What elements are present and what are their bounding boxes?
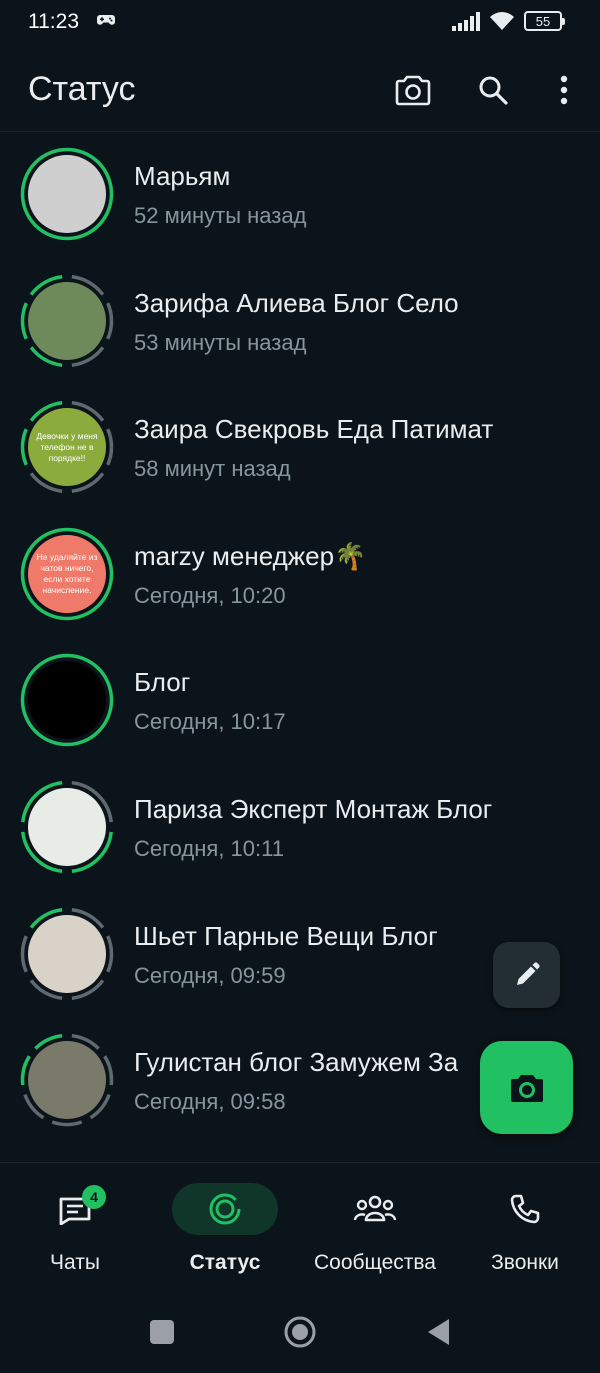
status-thumbnail-text: Девочки у меня телефон не в порядке!! — [36, 430, 98, 463]
tab-calls-label: Звонки — [491, 1251, 559, 1274]
back-button[interactable] — [420, 1314, 456, 1350]
home-circle-icon — [284, 1316, 316, 1348]
status-thumbnail: Не удаляйте из чатов ничего, если хотите… — [28, 534, 106, 613]
contact-name: Гулистан блог Замужем За — [134, 1047, 459, 1078]
story-segment — [20, 302, 28, 340]
status-ring[interactable] — [20, 653, 114, 747]
status-timestamp: Сегодня, 09:58 — [134, 1089, 286, 1115]
more-options-button[interactable] — [540, 66, 588, 114]
status-thumbnail — [28, 1041, 106, 1120]
tab-chats[interactable]: 4 Чаты — [0, 1183, 150, 1283]
status-timestamp: Сегодня, 09:59 — [134, 962, 286, 988]
status-thumbnail — [28, 281, 106, 360]
search-button[interactable] — [469, 66, 517, 114]
status-thumbnail — [28, 787, 106, 866]
contact-name: Шьет Парные Вещи Блог — [134, 920, 438, 951]
camera-icon — [510, 1074, 543, 1102]
communities-icon — [353, 1195, 397, 1222]
status-thumbnail — [28, 914, 106, 993]
status-ring[interactable]: Девочки у меня телефон не в порядке!! — [20, 400, 114, 494]
bottom-navigation: 4 Чаты Статус Сообщества Звонки — [0, 1162, 600, 1290]
story-segment — [51, 1120, 83, 1127]
contact-name: Марьям — [134, 161, 231, 191]
status-timestamp: 58 минут назад — [134, 456, 291, 482]
story-segment — [20, 934, 28, 973]
tab-chats-indicator — [22, 1183, 128, 1235]
recents-button[interactable] — [144, 1314, 180, 1350]
contact-name: Париза Эксперт Монтаж Блог — [134, 793, 493, 824]
tab-status-indicator — [172, 1183, 278, 1235]
battery-level: 55 — [535, 13, 551, 29]
status-ring[interactable] — [20, 907, 114, 1001]
page-title: Статус — [28, 70, 136, 108]
tab-status[interactable]: Статус — [150, 1183, 300, 1283]
wifi-icon — [488, 10, 516, 37]
contact-name: Заира Свекровь Еда Патимат — [134, 414, 494, 445]
search-icon — [479, 76, 508, 105]
square-icon — [150, 1320, 174, 1344]
new-camera-status-button[interactable] — [480, 1041, 573, 1134]
camera-button[interactable] — [389, 66, 437, 114]
tab-communities[interactable]: Сообщества — [300, 1183, 450, 1283]
more-vertical-icon — [560, 75, 568, 105]
new-text-status-button[interactable] — [493, 942, 560, 1008]
signal-icon — [452, 12, 482, 37]
unread-chats-badge: 4 — [82, 1185, 106, 1209]
gamepad-icon — [96, 12, 116, 33]
tab-calls[interactable]: Звонки — [450, 1183, 600, 1283]
system-navigation-bar — [0, 1290, 600, 1373]
home-button[interactable] — [282, 1314, 318, 1350]
status-timestamp: Сегодня, 10:17 — [134, 709, 286, 735]
status-icon — [209, 1193, 241, 1225]
tab-calls-indicator — [472, 1183, 578, 1235]
contact-name: marzy менеджер🌴 — [134, 540, 367, 571]
status-row[interactable]: Марьям 52 минуты назад — [0, 133, 600, 260]
camera-icon — [395, 75, 431, 106]
back-triangle-icon — [428, 1319, 449, 1345]
status-thumbnail-text: Не удаляйте из чатов ничего, если хотите… — [36, 551, 98, 595]
contact-name: Зарифа Алиева Блог Село — [134, 287, 459, 318]
story-segment — [106, 428, 114, 466]
tab-communities-label: Сообщества — [314, 1251, 436, 1274]
app-header: Статус — [0, 44, 600, 132]
status-thumbnail: Девочки у меня телефон не в порядке!! — [28, 408, 106, 487]
tab-chats-label: Чаты — [50, 1251, 100, 1274]
status-thumbnail — [28, 661, 106, 740]
status-ring[interactable]: Не удаляйте из чатов ничего, если хотите… — [20, 527, 114, 621]
tab-communities-indicator — [322, 1183, 428, 1235]
story-segment — [106, 934, 114, 973]
status-row[interactable]: Зарифа Алиева Блог Село 53 минуты назад — [0, 260, 600, 387]
story-segment — [20, 428, 28, 466]
status-row[interactable]: Блог Сегодня, 10:17 — [0, 639, 600, 766]
status-timestamp: Сегодня, 10:11 — [134, 835, 284, 861]
status-row[interactable]: Париза Эксперт Монтаж Блог Сегодня, 10:11 — [0, 766, 600, 893]
status-ring[interactable] — [20, 147, 114, 241]
tab-status-label: Статус — [189, 1251, 261, 1274]
status-timestamp: 52 минуты назад — [134, 203, 307, 228]
status-ring[interactable] — [20, 1033, 114, 1127]
pencil-icon — [516, 962, 540, 985]
status-bar-time: 11:23 — [28, 10, 79, 33]
status-ring[interactable] — [20, 780, 114, 874]
status-bar: 11:23 55 — [0, 0, 600, 44]
battery-icon: 55 — [524, 11, 565, 31]
status-timestamp: Сегодня, 10:20 — [134, 582, 286, 608]
status-thumbnail — [28, 155, 106, 233]
story-segment — [106, 302, 114, 340]
status-timestamp: 53 минуты назад — [134, 329, 307, 355]
contact-name: Блог — [134, 667, 191, 698]
status-ring[interactable] — [20, 274, 114, 368]
status-row[interactable]: Не удаляйте из чатов ничего, если хотите… — [0, 513, 600, 640]
status-row[interactable]: Девочки у меня телефон не в порядке!! Заи… — [0, 386, 600, 513]
calls-icon — [510, 1194, 540, 1224]
